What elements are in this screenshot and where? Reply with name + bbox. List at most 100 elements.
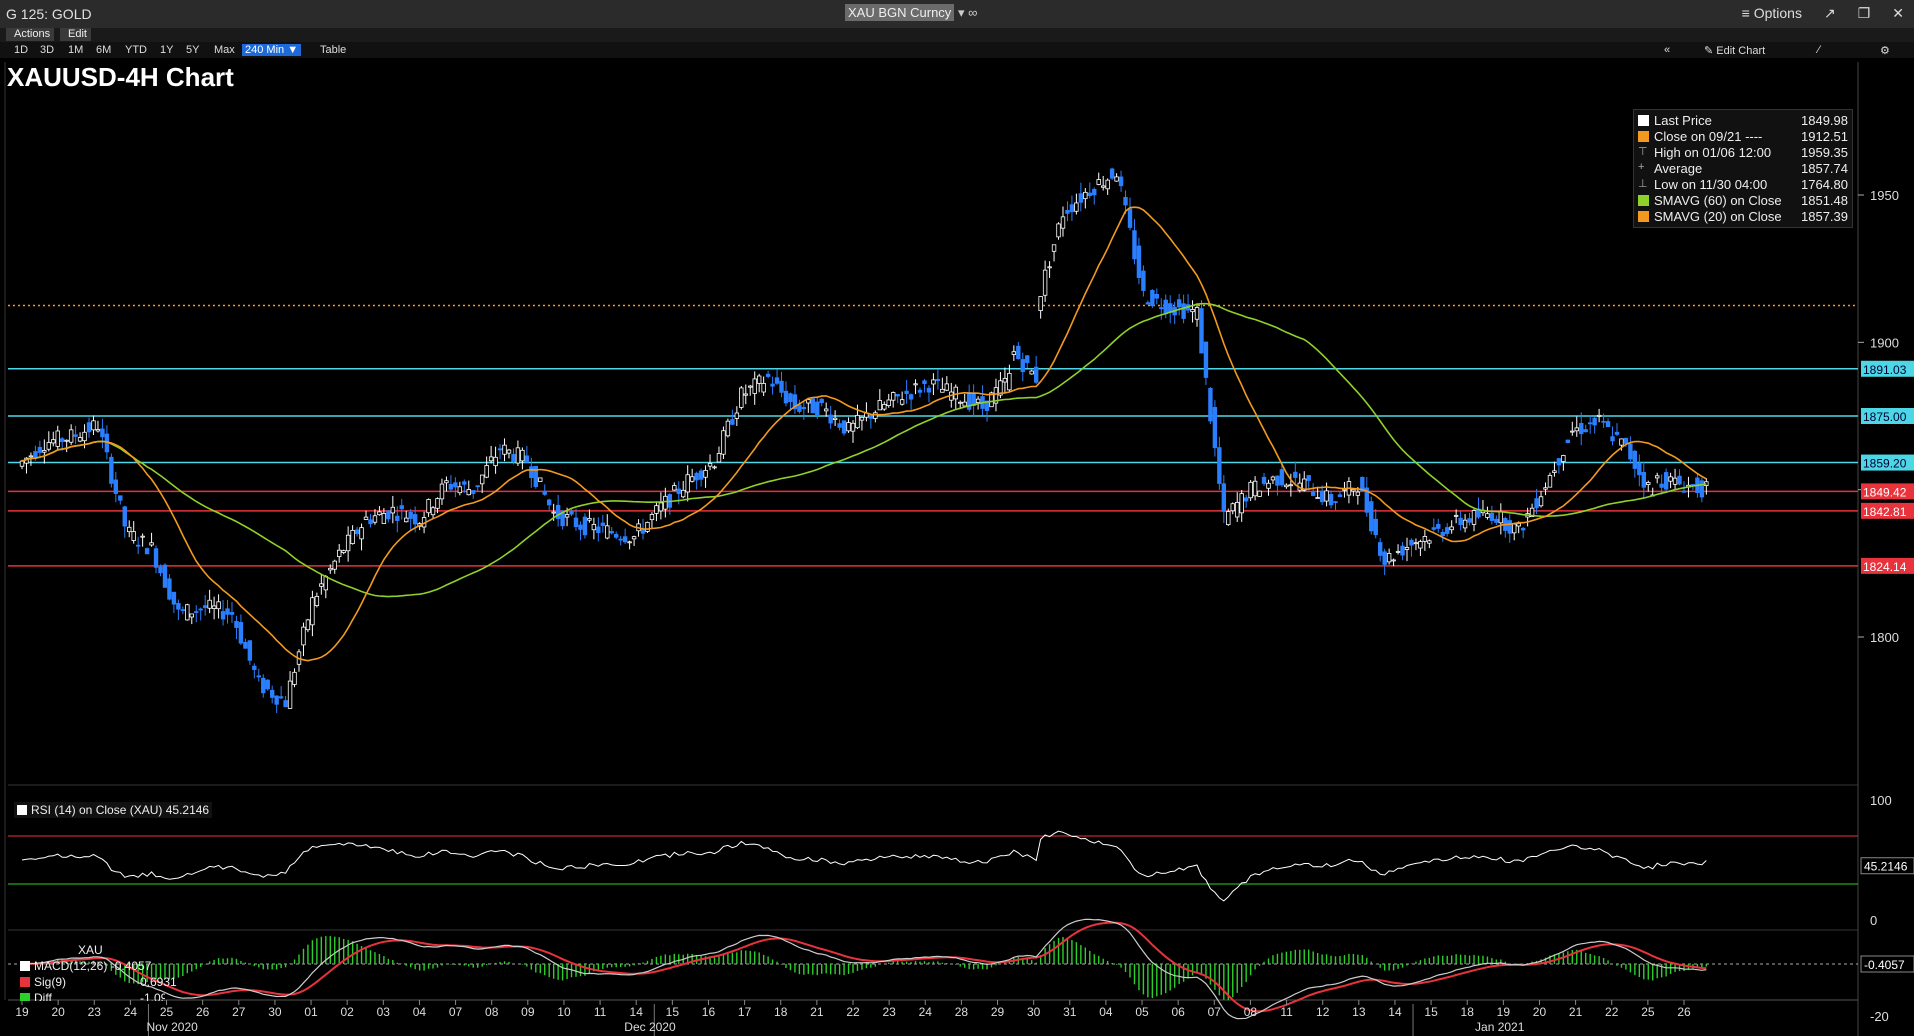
sig-swatch: [20, 977, 30, 987]
candle-body: [529, 466, 534, 479]
candle-body: [444, 480, 449, 484]
diff-label: Diff: [34, 991, 52, 1001]
x-tick-label: 25: [160, 1005, 174, 1019]
candle-body: [158, 566, 163, 574]
candle-body: [287, 680, 293, 709]
rsi-tick-label: 0: [1870, 913, 1877, 928]
candle-body: [471, 490, 476, 494]
candle-body: [1060, 216, 1066, 229]
candle-body: [1324, 490, 1329, 502]
candle-body: [86, 422, 92, 433]
candle-body: [564, 514, 570, 518]
candle-body: [1123, 196, 1128, 206]
candle-body: [520, 449, 525, 462]
candle-body: [913, 383, 918, 386]
x-tick-label: 21: [1569, 1005, 1583, 1019]
candle-body: [1051, 244, 1057, 252]
candle-body: [1351, 489, 1356, 492]
rsi-value: 45.2146: [165, 803, 210, 817]
candle-body: [269, 689, 275, 698]
candle-body: [466, 489, 471, 496]
candle-body: [390, 506, 396, 514]
candle-body: [109, 456, 114, 484]
candle-body: [828, 414, 833, 424]
candle-body: [622, 536, 628, 543]
candle-body: [368, 519, 373, 525]
candle-body: [475, 485, 480, 488]
candle-body: [1436, 524, 1441, 529]
candle-body: [1181, 303, 1186, 319]
candle-body: [1699, 480, 1705, 498]
candle-body: [1306, 475, 1311, 481]
candle-body: [1614, 431, 1620, 435]
candle-body: [1391, 559, 1396, 562]
candle-body: [256, 675, 261, 678]
candle-body: [176, 603, 181, 610]
x-tick-label: 24: [124, 1005, 138, 1019]
candle-body: [252, 665, 257, 670]
x-tick-label: 19: [1497, 1005, 1511, 1019]
candle-body: [1203, 341, 1209, 378]
candle-body: [756, 375, 762, 384]
x-tick-label: 16: [702, 1005, 716, 1019]
candle-body: [578, 524, 583, 530]
candle-body: [569, 510, 574, 515]
month-label: Nov 2020: [146, 1020, 198, 1034]
chart-legend: Last Price 1849.98 Close on 09/21 ---- 1…: [1633, 109, 1853, 228]
candle-body: [73, 434, 78, 437]
legend-value: 1851.48: [1801, 193, 1848, 208]
candle-body: [51, 439, 56, 444]
candle-body: [1467, 518, 1472, 523]
candle-body: [609, 531, 614, 534]
candle-body: [1654, 475, 1660, 479]
price-chart[interactable]: 18001850190019501891.031875.001859.20184…: [0, 0, 1914, 1036]
candle-body: [538, 477, 543, 482]
sig-label: Sig(9): [34, 975, 67, 989]
candle-body: [359, 527, 364, 540]
candle-body: [314, 595, 320, 606]
candle-body: [640, 529, 646, 534]
x-tick-label: 05: [1135, 1005, 1149, 1019]
candle-body: [220, 611, 226, 620]
candle-body: [1096, 179, 1101, 185]
candle-body: [91, 420, 96, 431]
candle-body: [730, 419, 735, 425]
candle-body: [1154, 293, 1160, 299]
candle-body: [725, 420, 731, 437]
month-label: Dec 2020: [624, 1020, 676, 1034]
rsi-tick-label: 100: [1870, 793, 1892, 808]
rsi-line: [21, 830, 1707, 902]
candle-body: [1105, 179, 1110, 190]
legend-row-low: ⊥ Low on 11/30 04:00 1764.80: [1638, 177, 1848, 193]
candle-body: [82, 431, 87, 442]
candle-body: [1579, 423, 1584, 435]
candle-body: [211, 605, 217, 609]
candle-body: [1056, 223, 1061, 238]
candle-body: [1194, 307, 1200, 320]
x-tick-label: 19: [15, 1005, 29, 1019]
candle-body: [1288, 484, 1294, 487]
candle-body: [1587, 422, 1593, 425]
candle-body: [917, 389, 923, 393]
x-tick-label: 22: [846, 1005, 860, 1019]
candle-body: [689, 476, 695, 482]
candle-body: [734, 412, 740, 419]
x-tick-label: 08: [485, 1005, 499, 1019]
candle-body: [1507, 520, 1512, 534]
candle-body: [886, 399, 891, 407]
high-marker-icon: ⊤: [1638, 146, 1648, 158]
candle-body: [618, 538, 623, 541]
candle-body: [127, 526, 132, 533]
macd-label: MACD(12,26): [34, 959, 108, 973]
candle-body: [1257, 490, 1262, 497]
level-tag-label: 1842.81: [1863, 505, 1907, 519]
candle-body: [1279, 469, 1285, 486]
candle-body: [797, 404, 802, 412]
candle-body: [783, 390, 789, 404]
candle-body: [846, 422, 851, 432]
candle-body: [185, 604, 190, 621]
candle-body: [940, 388, 945, 393]
x-tick-label: 04: [413, 1005, 427, 1019]
candle-body: [672, 485, 677, 491]
candle-body: [1212, 407, 1218, 449]
